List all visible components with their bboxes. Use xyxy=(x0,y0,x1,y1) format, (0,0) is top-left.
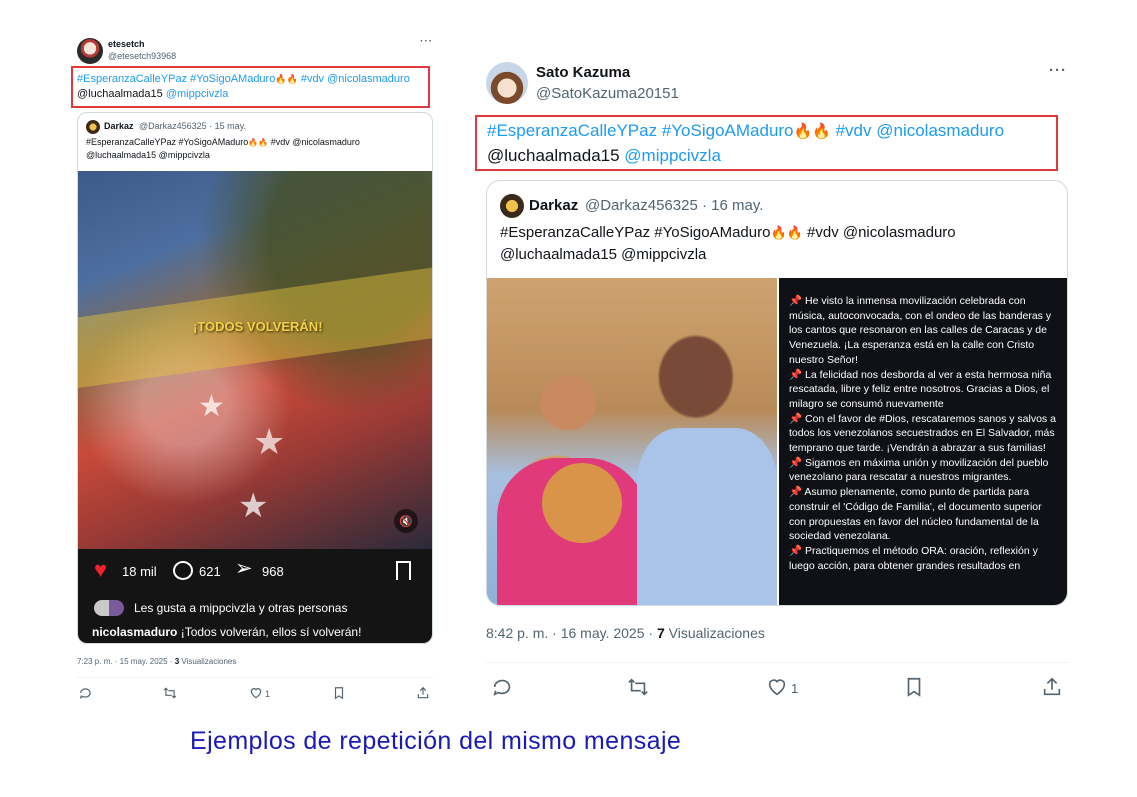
left-text-mentions[interactable]: #vdv @nicolasmaduro xyxy=(298,73,410,85)
panel-paragraph: 📌 Practiquemos el método ORA: oración, r… xyxy=(789,544,1038,572)
right-like-button[interactable]: 1 xyxy=(766,676,798,701)
video-star-2: ★ xyxy=(253,421,286,462)
likes-count: 18 mil xyxy=(122,564,157,579)
right-quote-meta: @Darkaz456325 · 16 may. xyxy=(585,197,764,214)
right-share-icon[interactable] xyxy=(1041,676,1063,698)
right-footer-meta: 8:42 p. m. · 16 may. 2025 · 7 Visualizac… xyxy=(486,625,765,641)
left-like-button[interactable]: 1 xyxy=(249,686,270,702)
caption-text: ¡Todos volverán, ellos sí volverán! xyxy=(177,625,362,639)
liked-by-text: Les gusta a mippcivzla y otras personas xyxy=(134,601,348,615)
left-quote-line1: #EsperanzaCalleYPaz #YoSigoAMaduro xyxy=(86,137,249,147)
caption-line: nicolasmaduro ¡Todos volverán, ellos sí … xyxy=(92,625,361,639)
right-footer-time[interactable]: 8:42 p. m. · 16 may. 2025 · xyxy=(486,625,657,641)
left-quote-meta: @Darkaz456325 · 15 may. xyxy=(139,121,247,131)
left-text-hashtags[interactable]: #EsperanzaCalleYPaz #YoSigoAMaduro xyxy=(77,73,275,85)
left-author-handle[interactable]: @etesetch93968 xyxy=(108,51,176,61)
left-divider xyxy=(77,677,433,678)
left-tweet-text: #EsperanzaCalleYPaz #YoSigoAMaduro🔥🔥 #vd… xyxy=(77,72,427,102)
right-more-icon[interactable]: ··· xyxy=(1049,62,1067,79)
left-quote-author: Darkaz xyxy=(104,121,134,131)
right-text-mention[interactable]: @mippcivzla xyxy=(624,146,721,165)
right-divider xyxy=(486,662,1068,663)
right-like-icon[interactable] xyxy=(766,676,788,701)
right-author-handle[interactable]: @SatoKazuma20151 xyxy=(536,85,679,102)
left-bookmark-icon[interactable] xyxy=(332,686,346,700)
right-quote-avatar xyxy=(500,194,524,218)
right-text-fire: 🔥🔥 xyxy=(793,123,831,140)
right-quote-text-panel: 📌 He visto la inmensa movilización celeb… xyxy=(779,278,1067,605)
left-quote-avatar xyxy=(86,120,100,134)
right-bookmark-icon[interactable] xyxy=(903,676,925,698)
panel-paragraph: 📌 La felicidad nos desborda al ver a est… xyxy=(789,368,1052,410)
panel-paragraph: 📌 Con el favor de #Dios, rescataremos sa… xyxy=(789,412,1056,455)
left-quote-card[interactable]: Darkaz @Darkaz456325 · 15 may. #Esperanz… xyxy=(77,112,433,644)
right-quote-fire: 🔥🔥 xyxy=(770,225,803,240)
left-quote-dark-panel: ♥ 18 mil 621 ➢ 968 Les gusta a mippcivzl… xyxy=(78,549,432,643)
left-footer-views-label: Visualizaciones xyxy=(179,657,237,666)
heart-icon[interactable]: ♥ xyxy=(94,559,107,581)
left-like-icon[interactable] xyxy=(249,686,263,702)
left-quote-text: #EsperanzaCalleYPaz #YoSigoAMaduro🔥🔥 #vd… xyxy=(86,136,426,162)
left-more-icon[interactable]: ··· xyxy=(420,36,433,47)
right-author-avatar[interactable] xyxy=(486,62,528,104)
photo-shirt xyxy=(637,428,777,605)
figure-caption: Ejemplos de repetición del mismo mensaje xyxy=(190,727,682,755)
left-text-fire: 🔥🔥 xyxy=(275,74,298,84)
left-retweet-icon[interactable] xyxy=(163,686,177,700)
send-icon[interactable]: ➢ xyxy=(235,558,253,579)
panel-paragraph: 📌 Sigamos en máxima unión y movilización… xyxy=(789,456,1049,484)
panel-paragraph: 📌 He visto la inmensa movilización celeb… xyxy=(789,295,1052,366)
panel-paragraphs: 📌 He visto la inmensa movilización celeb… xyxy=(789,294,1059,573)
panel-paragraph: 📌 Asumo plenamente, como punto de partid… xyxy=(789,486,1042,543)
left-footer-meta: 7:23 p. m. · 15 may. 2025 · 3 Visualizac… xyxy=(77,657,236,666)
right-footer-views-label: Visualizaciones xyxy=(664,625,765,641)
video-overlay-text: ¡TODOS VOLVERÁN! xyxy=(193,319,323,334)
right-text-mentions[interactable]: #vdv @nicolasmaduro xyxy=(831,121,1004,140)
right-quote-card[interactable]: Darkaz @Darkaz456325 · 16 may. #Esperanz… xyxy=(486,180,1068,606)
left-author-avatar[interactable] xyxy=(77,38,103,64)
right-quote-author: Darkaz xyxy=(529,197,579,214)
right-author-name[interactable]: Sato Kazuma xyxy=(536,64,630,81)
caption-user: nicolasmaduro xyxy=(92,625,178,639)
right-retweet-icon[interactable] xyxy=(627,676,649,698)
right-tweet-text: #EsperanzaCalleYPaz #YoSigoAMaduro🔥🔥 #vd… xyxy=(487,119,1057,168)
video-star-1: ★ xyxy=(198,390,225,423)
mute-icon[interactable]: 🔇 xyxy=(394,509,418,533)
save-icon[interactable] xyxy=(396,561,411,580)
right-quote-line2: @luchaalmada15 @mippcivzla xyxy=(500,246,707,263)
right-reply-icon[interactable] xyxy=(492,676,514,698)
video-star-3: ★ xyxy=(238,487,269,525)
left-text-mention[interactable]: @mippcivzla xyxy=(166,88,229,100)
left-footer-time[interactable]: 7:23 p. m. · 15 may. 2025 · xyxy=(77,657,175,666)
left-quote-video[interactable]: ¡TODOS VOLVERÁN! ★ ★ ★ 🔇 xyxy=(78,171,432,549)
left-author-name[interactable]: etesetch xyxy=(108,39,145,49)
comment-icon[interactable] xyxy=(173,561,193,580)
left-text-user[interactable]: @luchaalmada15 xyxy=(77,88,166,100)
left-like-count: 1 xyxy=(265,689,271,699)
right-text-hashtags[interactable]: #EsperanzaCalleYPaz #YoSigoAMaduro xyxy=(487,121,794,140)
left-reply-icon[interactable] xyxy=(79,686,93,700)
shares-count: 968 xyxy=(262,564,284,579)
right-footer-views-count: 7 xyxy=(656,625,665,641)
right-quote-photo[interactable] xyxy=(487,278,777,605)
comments-count: 621 xyxy=(199,564,221,579)
liked-by-avatars xyxy=(94,600,124,616)
right-text-user[interactable]: @luchaalmada15 xyxy=(487,146,624,165)
right-like-count: 1 xyxy=(791,681,799,696)
left-quote-line1-tail: #vdv @nicolasmaduro xyxy=(268,137,360,147)
left-quote-line2: @luchaalmada15 @mippcivzla xyxy=(86,150,210,160)
left-quote-fire: 🔥🔥 xyxy=(248,138,269,147)
photo-doll xyxy=(542,463,622,543)
right-quote-line1: #EsperanzaCalleYPaz #YoSigoAMaduro xyxy=(500,224,771,241)
right-quote-line1-tail: #vdv @nicolasmaduro xyxy=(802,224,956,241)
left-share-icon[interactable] xyxy=(416,686,430,700)
right-quote-text: #EsperanzaCalleYPaz #YoSigoAMaduro🔥🔥 #vd… xyxy=(500,222,1060,266)
